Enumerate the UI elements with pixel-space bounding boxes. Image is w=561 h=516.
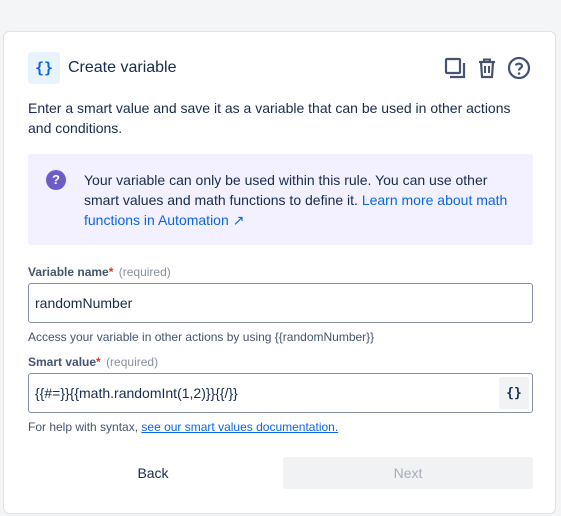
smart-value-value: {{#=}}{{math.randomInt(1,2)}}{{/}}: [35, 385, 238, 401]
dialog-header: {} Create variable: [28, 52, 531, 84]
variable-name-input[interactable]: randomNumber: [28, 283, 533, 323]
question-icon: ?: [46, 170, 66, 190]
smart-values-docs-link[interactable]: see our smart values documentation.: [141, 420, 338, 434]
smart-value-label-text: Smart value: [28, 355, 97, 369]
smart-value-helper-text: For help with syntax,: [28, 420, 142, 434]
dialog-description: Enter a smart value and save it as a var…: [28, 100, 511, 136]
duplicate-button[interactable]: [443, 56, 467, 80]
copy-icon: [444, 57, 466, 79]
smart-value-label: Smart value* (required): [28, 355, 158, 369]
required-marker: *: [108, 265, 114, 279]
info-panel: ? Your variable can only be used within …: [28, 154, 533, 245]
delete-button[interactable]: [475, 56, 499, 80]
smart-value-helper: For help with syntax, see our smart valu…: [28, 420, 338, 434]
variable-name-value: randomNumber: [35, 295, 133, 311]
help-icon: [507, 56, 531, 80]
braces-icon: {}: [28, 52, 60, 84]
trash-icon: [479, 58, 495, 79]
dialog-title: Create variable: [68, 59, 177, 76]
create-variable-dialog: {} Create variable Enter a smart value a…: [3, 31, 556, 514]
help-button[interactable]: [507, 56, 531, 80]
next-button[interactable]: Next: [283, 457, 533, 489]
back-button[interactable]: Back: [28, 457, 278, 489]
header-actions: [443, 56, 531, 80]
required-marker: *: [96, 355, 101, 369]
variable-name-label-text: Variable name: [28, 265, 109, 279]
smart-value-input[interactable]: {{#=}}{{math.randomInt(1,2)}}{{/}} {}: [28, 373, 533, 413]
insert-smart-value-button[interactable]: {}: [499, 377, 529, 409]
required-text: (required): [106, 355, 159, 369]
variable-name-helper: Access your variable in other actions by…: [28, 330, 375, 344]
required-text: (required): [118, 265, 171, 279]
variable-name-label: Variable name* (required): [28, 265, 171, 279]
